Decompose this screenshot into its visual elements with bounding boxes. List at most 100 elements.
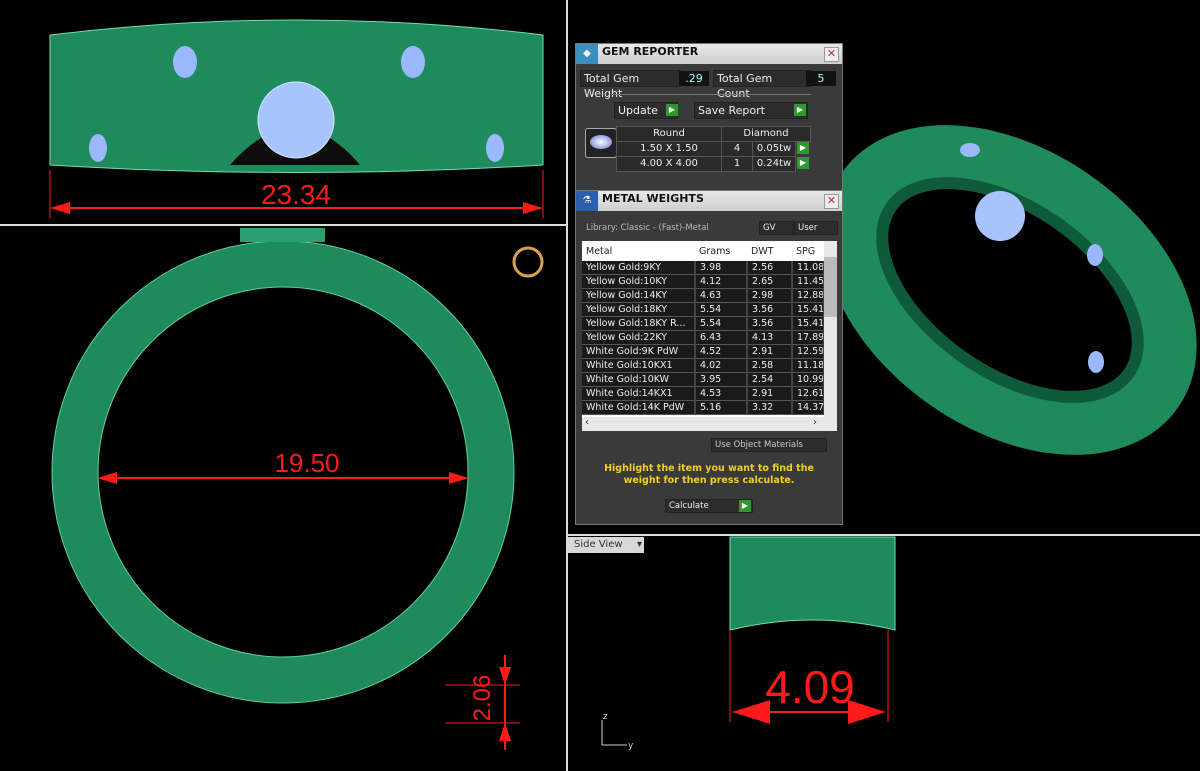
metal-row[interactable]: White Gold:14K PdW 5.16 3.32 14.37 <box>582 400 825 415</box>
view-selector-dropdown[interactable]: Side View ▾ <box>568 537 644 553</box>
user-toggle[interactable]: User <box>794 221 838 235</box>
metal-weights-titlebar[interactable]: ⚗ METAL WEIGHTS ✕ <box>576 191 842 211</box>
metal-cell: Yellow Gold:22KY <box>582 330 696 345</box>
front-width-dimension: 23.34 <box>261 179 331 210</box>
close-icon[interactable]: ✕ <box>824 47 839 62</box>
metal-cell: 5.54 <box>695 302 748 317</box>
ring-perspective-view <box>823 125 1197 455</box>
total-weight-value: .29 <box>679 71 709 86</box>
metal-row[interactable]: Yellow Gold:14KY 4.63 2.98 12.88 <box>582 288 825 303</box>
gem-shape-header: Round <box>616 126 722 142</box>
close-icon[interactable]: ✕ <box>824 194 839 209</box>
metal-cell: 17.89 <box>792 330 825 345</box>
metal-cell: White Gold:9K PdW <box>582 344 696 359</box>
column-header[interactable]: SPG <box>792 241 824 261</box>
user-label: User <box>798 223 818 233</box>
metal-cell: 3.56 <box>747 316 793 331</box>
metal-row[interactable]: Yellow Gold:10KY 4.12 2.65 11.45 <box>582 274 825 289</box>
gem-count: 4 <box>721 141 753 157</box>
inner-diameter-dimension: 19.50 <box>274 448 339 478</box>
metal-cell: 2.91 <box>747 344 793 359</box>
ring-top-view <box>51 228 544 750</box>
metal-cell: 11.08 <box>792 261 825 275</box>
metal-cell: 2.91 <box>747 386 793 401</box>
update-button[interactable]: Update ▶ <box>614 102 678 119</box>
gv-toggle[interactable]: GV <box>759 221 794 235</box>
metal-table-container: Metal Grams DWT SPG Yellow Gold:9KY 3.98 2.56 1… <box>582 241 837 431</box>
metal-cell: Yellow Gold:18KY R... <box>582 316 696 331</box>
metal-cell: White Gold:14K PdW <box>582 400 696 415</box>
metal-weights-panel: ⚗ METAL WEIGHTS ✕ Library: Classic - (Fa… <box>575 190 843 525</box>
metal-weights-icon: ⚗ <box>576 191 598 211</box>
metal-cell: 2.65 <box>747 274 793 289</box>
metal-cell: 4.02 <box>695 358 748 373</box>
metal-cell: 14.37 <box>792 400 825 415</box>
gem-weight: 0.05tw <box>752 141 796 157</box>
ring-view-icon <box>512 246 544 278</box>
metal-row[interactable]: Yellow Gold:18KY R... 5.54 3.56 15.41 <box>582 316 825 331</box>
metal-cell: 15.41 <box>792 302 825 317</box>
metal-cell: 4.63 <box>695 288 748 303</box>
play-icon: ▶ <box>739 500 751 512</box>
metal-cell: 5.54 <box>695 316 748 331</box>
play-icon: ▶ <box>794 104 806 116</box>
gem-row-play-button[interactable]: ▶ <box>797 142 809 154</box>
metal-row[interactable]: White Gold:9K PdW 4.52 2.91 12.59 <box>582 344 825 359</box>
save-report-button[interactable]: Save Report ▶ <box>694 102 808 119</box>
metal-cell: 6.43 <box>695 330 748 345</box>
use-object-materials-label: Use Object Materials <box>715 440 803 450</box>
chevron-down-icon: ▾ <box>636 539 642 550</box>
metal-cell: 12.61 <box>792 386 825 401</box>
metal-cell: White Gold:10KX1 <box>582 358 696 373</box>
metal-row[interactable]: White Gold:14KX1 4.53 2.91 12.61 <box>582 386 825 401</box>
column-header[interactable]: Grams <box>695 241 747 261</box>
metal-row[interactable]: Yellow Gold:22KY 6.43 4.13 17.89 <box>582 330 825 345</box>
total-count-value: 5 <box>806 71 836 86</box>
metal-table: Metal Grams DWT SPG Yellow Gold:9KY 3.98 2.56 1… <box>582 241 825 415</box>
view-selector-label: Side View <box>574 539 623 550</box>
gem-reporter-title: GEM REPORTER <box>602 45 699 58</box>
metal-cell: White Gold:14KX1 <box>582 386 696 401</box>
metal-cell: 2.56 <box>747 261 793 275</box>
library-label: Library: Classic - (Fast)-Metal <box>586 223 709 233</box>
metal-cell: Yellow Gold:9KY <box>582 261 696 275</box>
gem-size[interactable]: 1.50 X 1.50 <box>616 141 722 157</box>
axis-y-label: y <box>628 741 634 751</box>
metal-row[interactable]: Yellow Gold:9KY 3.98 2.56 11.08 <box>582 261 825 275</box>
metal-weights-title: METAL WEIGHTS <box>602 192 704 205</box>
metal-row[interactable]: White Gold:10KX1 4.02 2.58 11.18 <box>582 358 825 373</box>
side-width-dimension: 4.09 <box>765 661 855 713</box>
gem-row-play-button[interactable]: ▶ <box>797 157 809 169</box>
use-object-materials-toggle[interactable]: Use Object Materials <box>711 438 827 452</box>
metal-cell: White Gold:10KW <box>582 372 696 387</box>
gem-reporter-titlebar[interactable]: ◆ GEM REPORTER ✕ <box>576 44 842 64</box>
metal-cell: Yellow Gold:14KY <box>582 288 696 303</box>
horizontal-scrollbar[interactable]: ‹ › <box>582 417 837 431</box>
metal-cell: Yellow Gold:10KY <box>582 274 696 289</box>
gem-weight: 0.24tw <box>752 156 796 172</box>
gem-reporter-panel: ◆ GEM REPORTER ✕ Total Gem Weight .29 To… <box>575 43 843 191</box>
metal-cell: 12.88 <box>792 288 825 303</box>
gem-type-header: Diamond <box>721 126 811 142</box>
splitter[interactable] <box>611 94 811 95</box>
metal-row[interactable]: White Gold:10KW 3.95 2.54 10.99 <box>582 372 825 387</box>
gem-count: 1 <box>721 156 753 172</box>
metal-cell: 3.95 <box>695 372 748 387</box>
total-count-label: Total Gem Count <box>713 70 811 100</box>
vertical-scrollbar[interactable] <box>824 241 837 417</box>
metal-cell: 2.98 <box>747 288 793 303</box>
save-report-label: Save Report <box>698 104 765 117</box>
ring-side-view <box>601 536 896 746</box>
gem-size[interactable]: 4.00 X 4.00 <box>616 156 722 172</box>
metal-cell: 4.53 <box>695 386 748 401</box>
metal-cell: 2.58 <box>747 358 793 373</box>
metal-cell: 12.59 <box>792 344 825 359</box>
metal-row[interactable]: Yellow Gold:18KY 5.54 3.56 15.41 <box>582 302 825 317</box>
round-gem-icon <box>585 128 617 158</box>
column-header[interactable]: Metal <box>582 241 695 261</box>
column-header[interactable]: DWT <box>747 241 792 261</box>
metal-cell: 3.98 <box>695 261 748 275</box>
play-icon: ▶ <box>666 104 678 116</box>
update-label: Update <box>618 104 658 117</box>
calculate-button[interactable]: Calculate ▶ <box>665 499 753 513</box>
